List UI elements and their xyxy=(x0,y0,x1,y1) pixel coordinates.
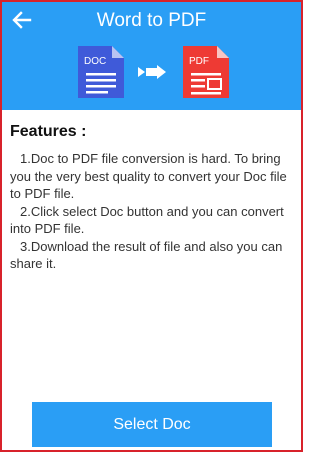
feature-item: 3.Download the result of file and also y… xyxy=(10,238,283,272)
app-header: Word to PDF DOC PDF xyxy=(2,2,301,110)
features-list: 1.Doc to PDF file conversion is hard. To… xyxy=(10,150,294,273)
select-doc-button[interactable]: Select Doc xyxy=(32,402,272,447)
app-screen: Word to PDF DOC PDF Features : 1.Doc to … xyxy=(0,0,303,452)
features-heading: Features : xyxy=(10,123,87,140)
doc-file-label: DOC xyxy=(84,56,106,67)
page-title: Word to PDF xyxy=(96,10,207,31)
doc-file-icon: DOC xyxy=(78,46,124,98)
pdf-file-icon: PDF xyxy=(183,46,229,98)
double-chevron-right-icon xyxy=(138,65,166,79)
pdf-file-label: PDF xyxy=(189,56,209,67)
feature-item: 2.Click select Doc button and you can co… xyxy=(10,203,284,237)
feature-item: 1.Doc to PDF file conversion is hard. To… xyxy=(10,151,287,201)
